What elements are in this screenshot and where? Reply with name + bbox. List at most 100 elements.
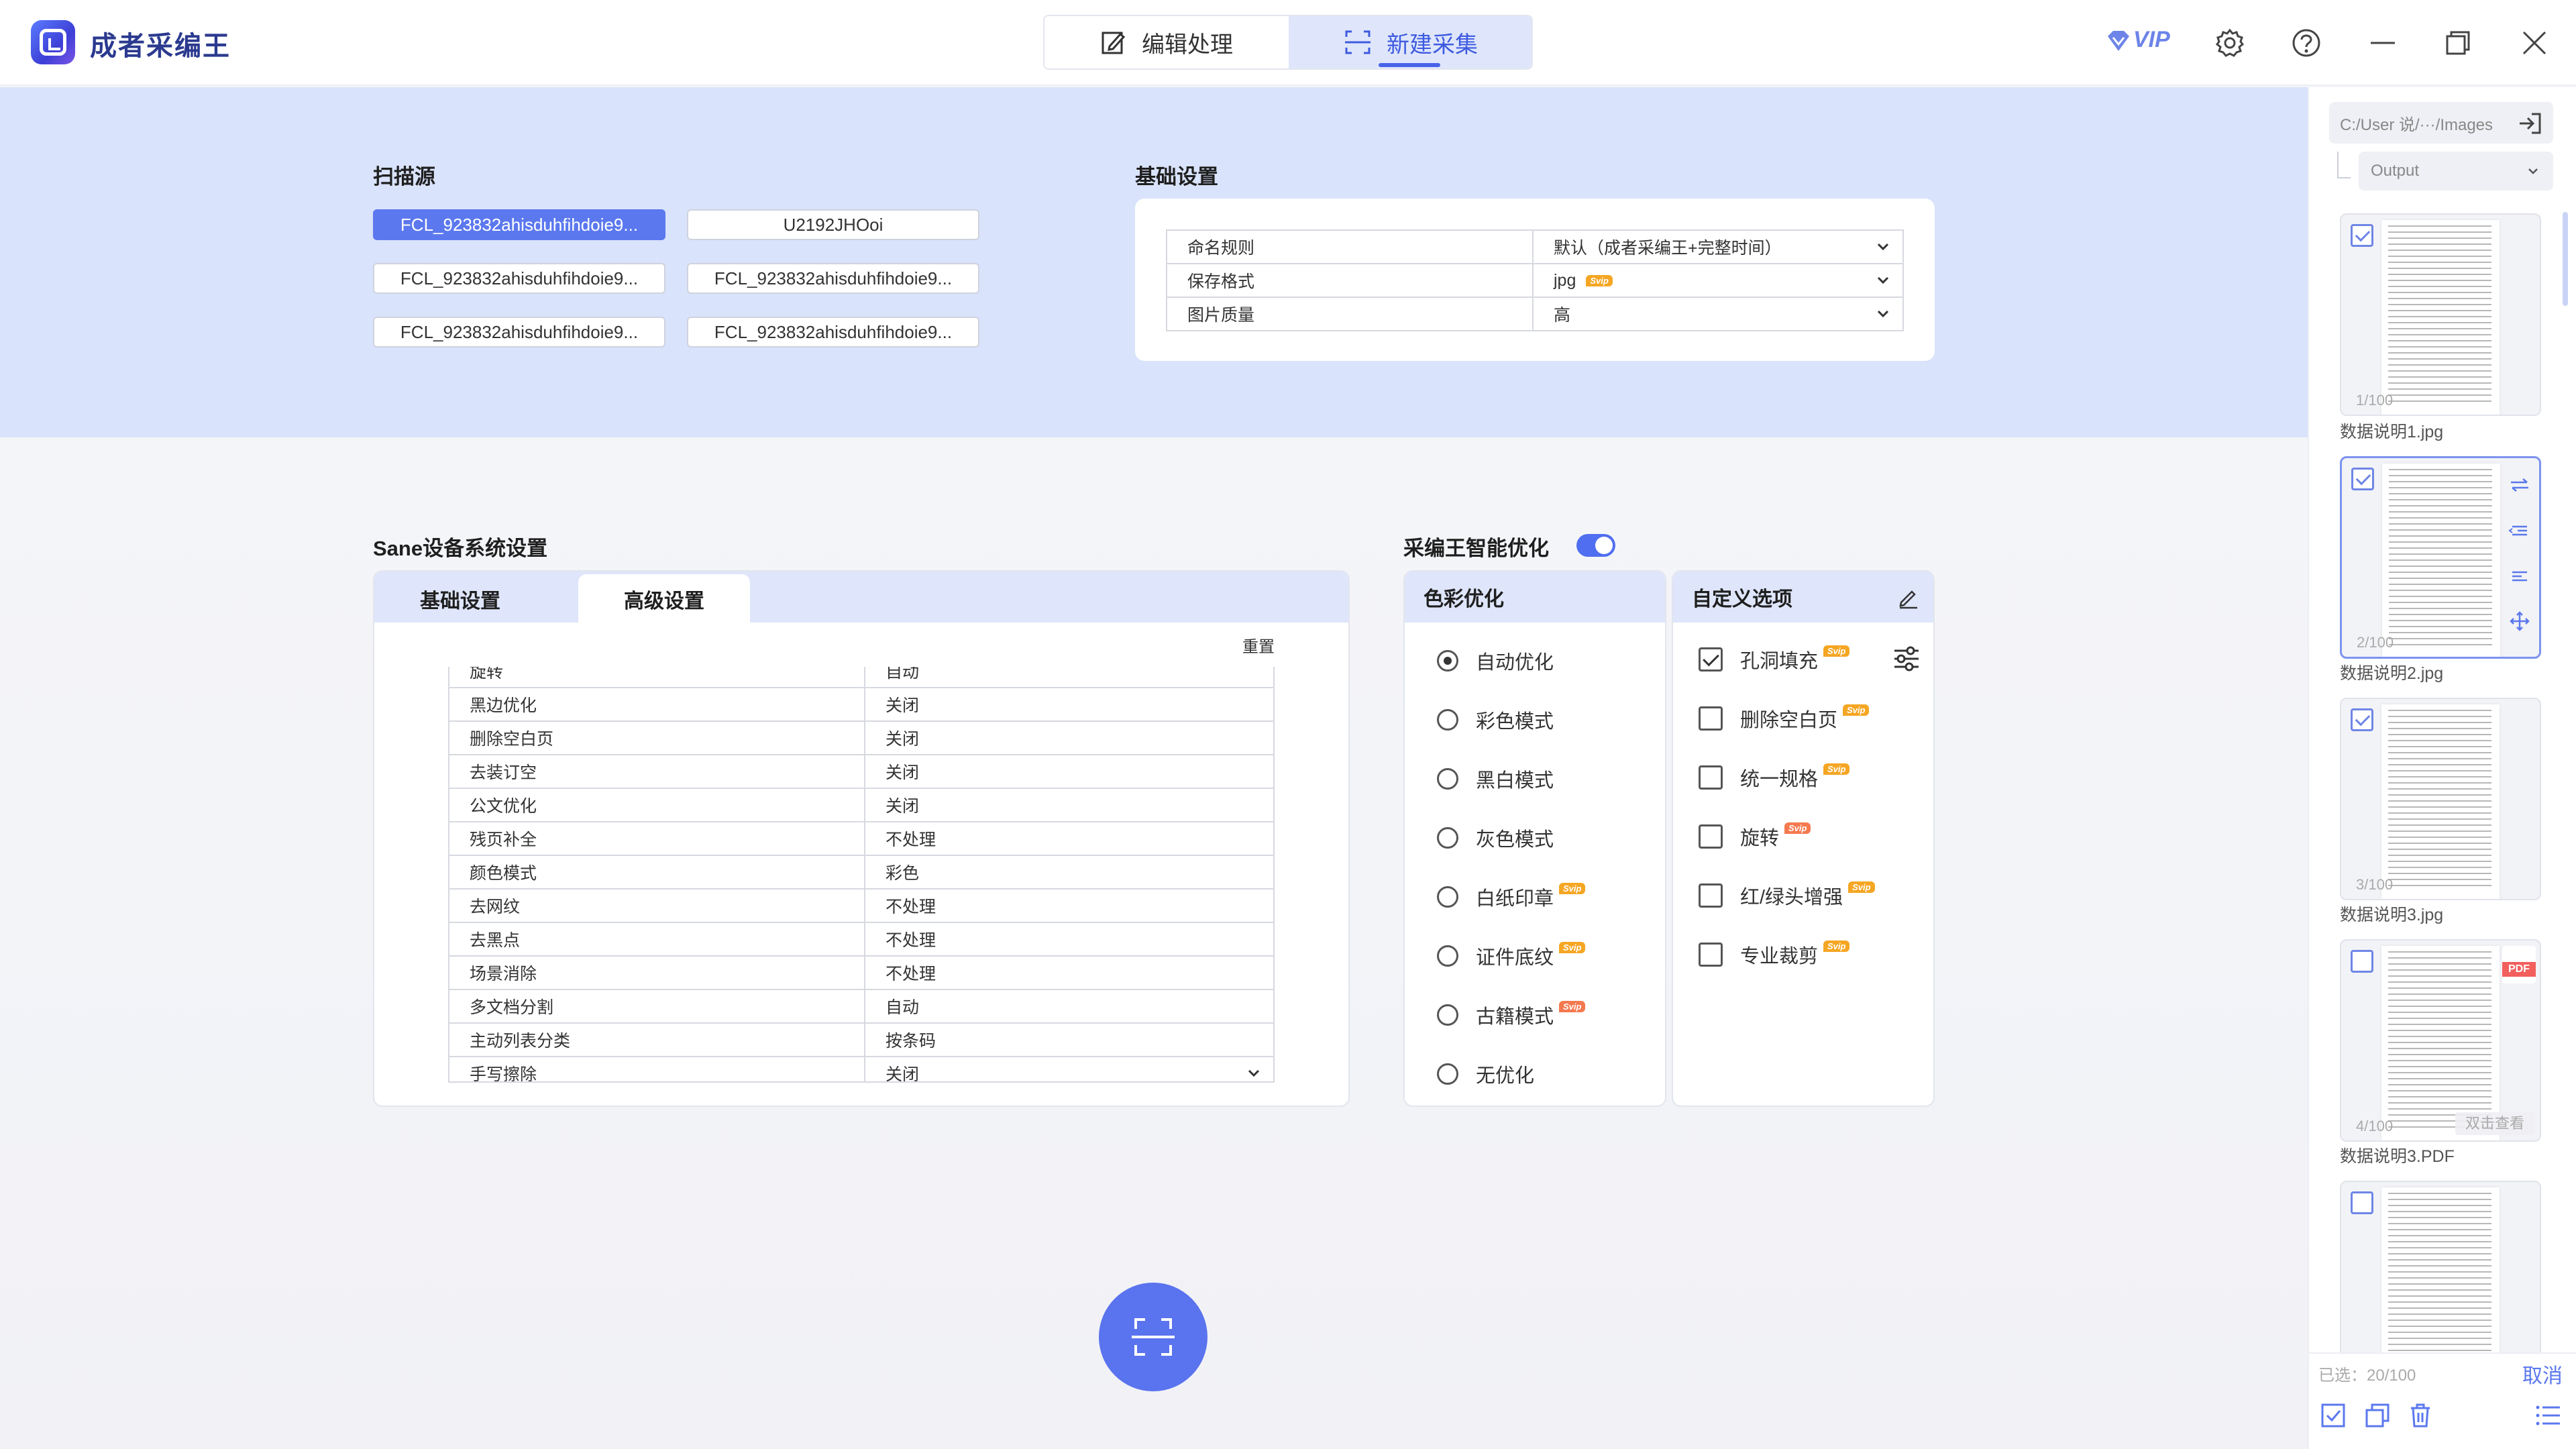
table-row[interactable]: 手写擦除 关闭 [448,1056,1275,1081]
move-icon[interactable] [2510,611,2530,631]
table-row[interactable]: 公文优化 关闭 [448,788,1275,822]
thumbnail-checkbox[interactable] [2351,1191,2373,1214]
thumbnail-checkbox[interactable] [2351,950,2373,973]
align-right-icon[interactable] [2508,568,2531,584]
help-icon[interactable] [2292,28,2321,58]
table-row[interactable]: 残页补全 不处理 [448,821,1275,856]
vip-button[interactable]: VIP [2133,27,2170,53]
radio-color-mode[interactable]: 彩色模式 [1437,706,1554,734]
radio-selected-icon [1437,650,1458,672]
table-row[interactable]: 旋转 自动 [448,667,1275,688]
list-view-icon[interactable] [2534,1403,2561,1428]
image-thumbnail[interactable]: 1/100 [2340,213,2541,416]
settings-gear-icon[interactable] [2215,28,2245,58]
table-row[interactable]: 去装订空 关闭 [448,754,1275,789]
selected-count: 已选：20/100 [2318,1366,2416,1385]
tab-new-capture[interactable]: 新建采集 [1289,16,1532,68]
page-number: 4/100 [2356,1118,2394,1134]
setting-value: 关闭 [864,754,1275,789]
minimize-icon[interactable] [2368,28,2398,58]
checkbox-uniform-size[interactable]: 统一规格 Svip [1699,763,1850,792]
folder-open-icon[interactable] [2517,110,2544,137]
scan-device-5[interactable]: FCL_923832ahisduhfihdoie9... [373,317,665,347]
svip-badge: Svip [1559,941,1586,953]
tab-advanced-settings[interactable]: 高级设置 [578,574,750,624]
tab-edit-label: 编辑处理 [1142,32,1233,58]
radio-white-paper-seal[interactable]: 白纸印章 Svip [1437,882,1586,911]
tab-edit[interactable]: 编辑处理 [1044,16,1289,68]
close-icon[interactable] [2520,28,2549,58]
thumbnail-checkbox[interactable] [2351,708,2373,731]
radio-no-optimize[interactable]: 无优化 [1437,1060,1534,1088]
scan-device-3[interactable]: FCL_923832ahisduhfihdoie9... [373,263,665,294]
thumbnail-checkbox[interactable] [2351,468,2374,490]
restore-icon[interactable] [2443,28,2473,58]
scan-device-4[interactable]: FCL_923832ahisduhfihdoie9... [687,263,979,294]
mode-switch: 编辑处理 新建采集 [1043,15,1533,70]
scan-device-6[interactable]: FCL_923832ahisduhfihdoie9... [687,317,979,347]
sane-settings-title: Sane设备系统设置 [373,537,548,560]
delete-trash-icon[interactable] [2407,1402,2434,1429]
output-path-value: C:/User 说/···/Images [2340,115,2493,134]
checkbox-red-green-enhance[interactable]: 红/绿头增强 Svip [1699,881,1875,910]
tab-basic-settings[interactable]: 基础设置 [374,574,546,624]
image-quality-row: 图片质量 高 [1166,297,1904,331]
edit-pencil-icon[interactable] [1897,586,1920,609]
color-optimization-card: 色彩优化 自动优化 彩色模式 黑白模式 灰色模式 白纸印章 Svip 证件底纹 Sv… [1403,570,1666,1107]
radio-icon [1437,1063,1458,1085]
scan-device-1[interactable]: FCL_923832ahisduhfihdoie9... [373,209,665,240]
table-row[interactable]: 主动列表分类 按条码 [448,1022,1275,1057]
table-row[interactable]: 多文档分割 自动 [448,989,1275,1024]
sane-table-scroll[interactable]: 旋转 自动 黑边优化 关闭 删除空白页 关闭 去装订空 关闭 公文优化 关闭 残页补全 不处… [448,667,1275,1083]
edit-icon [1102,32,1126,54]
table-row[interactable]: 颜色模式 彩色 [448,855,1275,890]
image-thumbnail[interactable]: PDF 4/100 双击查看 [2340,939,2541,1142]
ai-optimization-title: 采编王智能优化 [1403,537,1549,560]
chevron-down-icon [1877,276,1889,284]
sliders-settings-icon[interactable] [1892,645,1921,672]
output-folder-select[interactable]: Output [2359,152,2553,191]
select-all-icon[interactable] [2320,1402,2347,1429]
table-row[interactable]: 去黑点 不处理 [448,922,1275,957]
setting-name: 去装订空 [448,754,865,789]
sidebar-scrollbar[interactable] [2563,212,2568,306]
checkbox-remove-blank[interactable]: 删除空白页 Svip [1699,704,1870,733]
radio-bw-mode[interactable]: 黑白模式 [1437,765,1554,793]
image-quality-select[interactable]: 高 [1532,297,1904,331]
radio-ancient-book[interactable]: 古籍模式 Svip [1437,1000,1586,1029]
table-row[interactable]: 场景消除 不处理 [448,955,1275,990]
radio-auto-optimize[interactable]: 自动优化 [1437,647,1554,675]
ai-optimization-toggle[interactable] [1576,534,1615,557]
setting-name: 场景消除 [448,955,865,990]
checkbox-rotate[interactable]: 旋转 Svip [1699,822,1811,851]
naming-rule-select[interactable]: 默认（成者采编王+完整时间） [1532,229,1904,264]
setting-value: 不处理 [864,821,1275,856]
copy-images-icon[interactable] [2364,1402,2391,1429]
image-thumbnail[interactable] [2340,1181,2541,1352]
table-row[interactable]: 去网纹 不处理 [448,888,1275,923]
setting-name: 颜色模式 [448,855,865,890]
align-left-icon[interactable] [2508,523,2531,539]
reset-button[interactable]: 重置 [1242,633,1275,657]
swap-icon[interactable] [2508,477,2531,493]
table-row[interactable]: 删除空白页 关闭 [448,720,1275,755]
naming-rule-value: 默认（成者采编王+完整时间） [1554,239,1782,258]
tree-connector [2337,152,2351,178]
checkbox-pro-crop[interactable]: 专业裁剪 Svip [1699,940,1850,969]
image-thumbnail[interactable]: 3/100 [2340,698,2541,900]
radio-icon [1437,768,1458,790]
checkbox-hole-fill[interactable]: 孔洞填充 Svip [1699,645,1850,674]
table-row[interactable]: 黑边优化 关闭 [448,687,1275,722]
setting-name: 公文优化 [448,788,865,822]
thumbnail-checkbox[interactable] [2351,224,2373,247]
setting-value: 自动 [864,989,1275,1024]
naming-rule-label: 命名规则 [1166,229,1534,264]
radio-gray-mode[interactable]: 灰色模式 [1437,824,1554,852]
start-scan-button[interactable] [1099,1283,1208,1391]
scan-device-2[interactable]: U2192JHOoi [687,209,979,240]
radio-id-texture[interactable]: 证件底纹 Svip [1437,941,1586,970]
cancel-selection-button[interactable]: 取消 [2522,1359,2563,1389]
image-thumbnail-selected[interactable]: 2/100 [2340,456,2541,659]
setting-value-select[interactable]: 关闭 [864,1056,1275,1081]
save-format-select[interactable]: jpg Svip [1532,263,1904,298]
